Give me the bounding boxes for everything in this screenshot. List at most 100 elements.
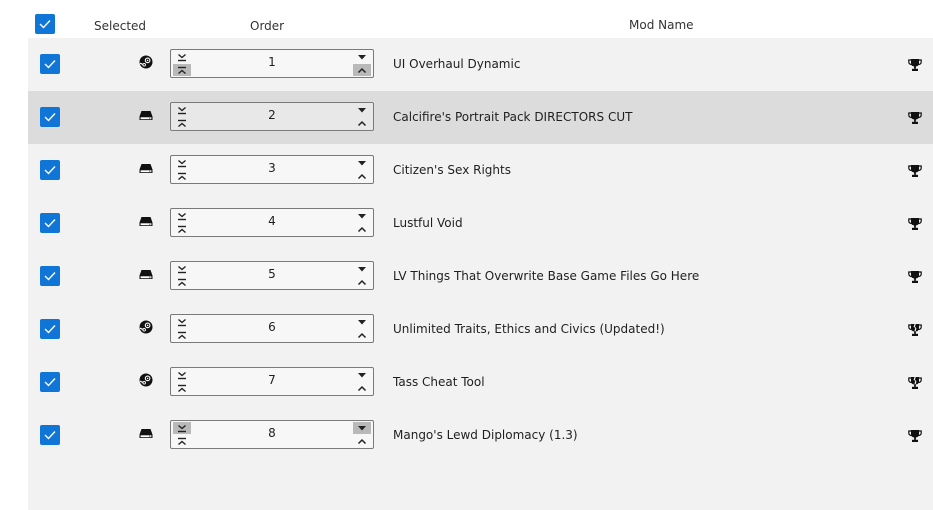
move-to-bottom-icon[interactable] bbox=[173, 369, 191, 381]
trophy-icon bbox=[908, 110, 922, 124]
move-up-icon[interactable] bbox=[353, 64, 371, 76]
checkmark-icon bbox=[39, 20, 51, 29]
move-down-icon[interactable] bbox=[353, 263, 371, 275]
order-value[interactable]: 8 bbox=[195, 421, 349, 448]
order-value[interactable]: 6 bbox=[195, 315, 349, 342]
move-up-icon[interactable] bbox=[353, 382, 371, 394]
mod-name: UI Overhaul Dynamic bbox=[393, 57, 521, 71]
move-down-icon[interactable] bbox=[353, 316, 371, 328]
mod-select-checkbox[interactable] bbox=[40, 372, 60, 392]
move-up-icon[interactable] bbox=[353, 276, 371, 288]
mod-name: Lustful Void bbox=[393, 216, 463, 230]
order-stepper[interactable]: 5 bbox=[170, 261, 374, 290]
select-all-checkbox[interactable] bbox=[35, 14, 55, 34]
trophy-icon bbox=[908, 57, 922, 71]
move-to-bottom-icon[interactable] bbox=[173, 263, 191, 275]
mod-row[interactable]: 3 Citizen's Sex Rights bbox=[28, 144, 933, 197]
local-drive-icon bbox=[139, 426, 153, 440]
order-value[interactable]: 1 bbox=[195, 50, 349, 77]
trophy-broken-icon bbox=[908, 375, 922, 389]
order-stepper[interactable]: 8 bbox=[170, 420, 374, 449]
steam-icon bbox=[139, 373, 153, 387]
mod-name: Calcifire's Portrait Pack DIRECTORS CUT bbox=[393, 110, 633, 124]
move-to-top-icon[interactable] bbox=[173, 329, 191, 341]
trophy-icon bbox=[908, 428, 922, 442]
mod-select-checkbox[interactable] bbox=[40, 266, 60, 286]
local-drive-icon bbox=[139, 161, 153, 175]
mod-list: 1 UI Overhaul Dynamic 2 Calcifire's Portrai… bbox=[28, 38, 933, 510]
mod-select-checkbox[interactable] bbox=[40, 425, 60, 445]
column-header-selected[interactable]: Selected bbox=[94, 19, 146, 33]
checkmark-icon bbox=[44, 324, 56, 334]
move-down-icon[interactable] bbox=[353, 157, 371, 169]
column-header-mod-name[interactable]: Mod Name bbox=[629, 18, 694, 32]
move-to-top-icon[interactable] bbox=[173, 64, 191, 76]
move-to-bottom-icon[interactable] bbox=[173, 210, 191, 222]
order-value[interactable]: 3 bbox=[195, 156, 349, 183]
move-down-icon[interactable] bbox=[353, 51, 371, 63]
order-stepper[interactable]: 2 bbox=[170, 102, 374, 131]
move-to-top-icon[interactable] bbox=[173, 223, 191, 235]
order-stepper[interactable]: 3 bbox=[170, 155, 374, 184]
order-stepper[interactable]: 1 bbox=[170, 49, 374, 78]
mod-row[interactable]: 6 Unlimited Traits, Ethics and Civics (Up… bbox=[28, 303, 933, 356]
mod-name: LV Things That Overwrite Base Game Files… bbox=[393, 269, 700, 283]
move-to-bottom-icon[interactable] bbox=[173, 51, 191, 63]
move-up-icon[interactable] bbox=[353, 117, 371, 129]
checkmark-icon bbox=[44, 112, 56, 122]
move-to-bottom-icon[interactable] bbox=[173, 104, 191, 116]
column-header-order[interactable]: Order bbox=[250, 19, 284, 33]
mod-row[interactable]: 1 UI Overhaul Dynamic bbox=[28, 38, 933, 91]
mod-row[interactable]: 5 LV Things That Overwrite Base Game File… bbox=[28, 250, 933, 303]
order-stepper[interactable]: 4 bbox=[170, 208, 374, 237]
mod-select-checkbox[interactable] bbox=[40, 213, 60, 233]
move-up-icon[interactable] bbox=[353, 223, 371, 235]
order-value[interactable]: 2 bbox=[195, 103, 349, 130]
checkmark-icon bbox=[44, 377, 56, 387]
move-down-icon[interactable] bbox=[353, 104, 371, 116]
mod-row[interactable]: 2 Calcifire's Portrait Pack DIRECTORS CUT bbox=[28, 91, 933, 144]
local-drive-icon bbox=[139, 267, 153, 281]
move-to-top-icon[interactable] bbox=[173, 276, 191, 288]
checkmark-icon bbox=[44, 271, 56, 281]
move-down-icon[interactable] bbox=[353, 422, 371, 434]
move-down-icon[interactable] bbox=[353, 369, 371, 381]
order-value[interactable]: 7 bbox=[195, 368, 349, 395]
order-stepper[interactable]: 7 bbox=[170, 367, 374, 396]
checkmark-icon bbox=[44, 59, 56, 69]
mod-name: Tass Cheat Tool bbox=[393, 375, 485, 389]
mod-select-checkbox[interactable] bbox=[40, 319, 60, 339]
mod-select-checkbox[interactable] bbox=[40, 160, 60, 180]
trophy-broken-icon bbox=[908, 322, 922, 336]
move-to-top-icon[interactable] bbox=[173, 435, 191, 447]
mod-name: Citizen's Sex Rights bbox=[393, 163, 511, 177]
mod-row[interactable]: 4 Lustful Void bbox=[28, 197, 933, 250]
trophy-icon bbox=[908, 163, 922, 177]
local-drive-icon bbox=[139, 214, 153, 228]
steam-icon bbox=[139, 55, 153, 69]
move-to-bottom-icon[interactable] bbox=[173, 157, 191, 169]
trophy-icon bbox=[908, 269, 922, 283]
move-up-icon[interactable] bbox=[353, 435, 371, 447]
mod-name: Mango's Lewd Diplomacy (1.3) bbox=[393, 428, 578, 442]
move-down-icon[interactable] bbox=[353, 210, 371, 222]
order-value[interactable]: 4 bbox=[195, 209, 349, 236]
mod-row[interactable]: 8 Mango's Lewd Diplomacy (1.3) bbox=[28, 409, 933, 462]
mod-name: Unlimited Traits, Ethics and Civics (Upd… bbox=[393, 322, 665, 336]
mod-select-checkbox[interactable] bbox=[40, 54, 60, 74]
order-stepper[interactable]: 6 bbox=[170, 314, 374, 343]
mod-select-checkbox[interactable] bbox=[40, 107, 60, 127]
checkmark-icon bbox=[44, 218, 56, 228]
steam-icon bbox=[139, 320, 153, 334]
move-up-icon[interactable] bbox=[353, 170, 371, 182]
move-to-top-icon[interactable] bbox=[173, 117, 191, 129]
move-up-icon[interactable] bbox=[353, 329, 371, 341]
move-to-top-icon[interactable] bbox=[173, 170, 191, 182]
move-to-bottom-icon[interactable] bbox=[173, 316, 191, 328]
trophy-icon bbox=[908, 216, 922, 230]
order-value[interactable]: 5 bbox=[195, 262, 349, 289]
local-drive-icon bbox=[139, 108, 153, 122]
move-to-top-icon[interactable] bbox=[173, 382, 191, 394]
mod-row[interactable]: 7 Tass Cheat Tool bbox=[28, 356, 933, 409]
move-to-bottom-icon[interactable] bbox=[173, 422, 191, 434]
